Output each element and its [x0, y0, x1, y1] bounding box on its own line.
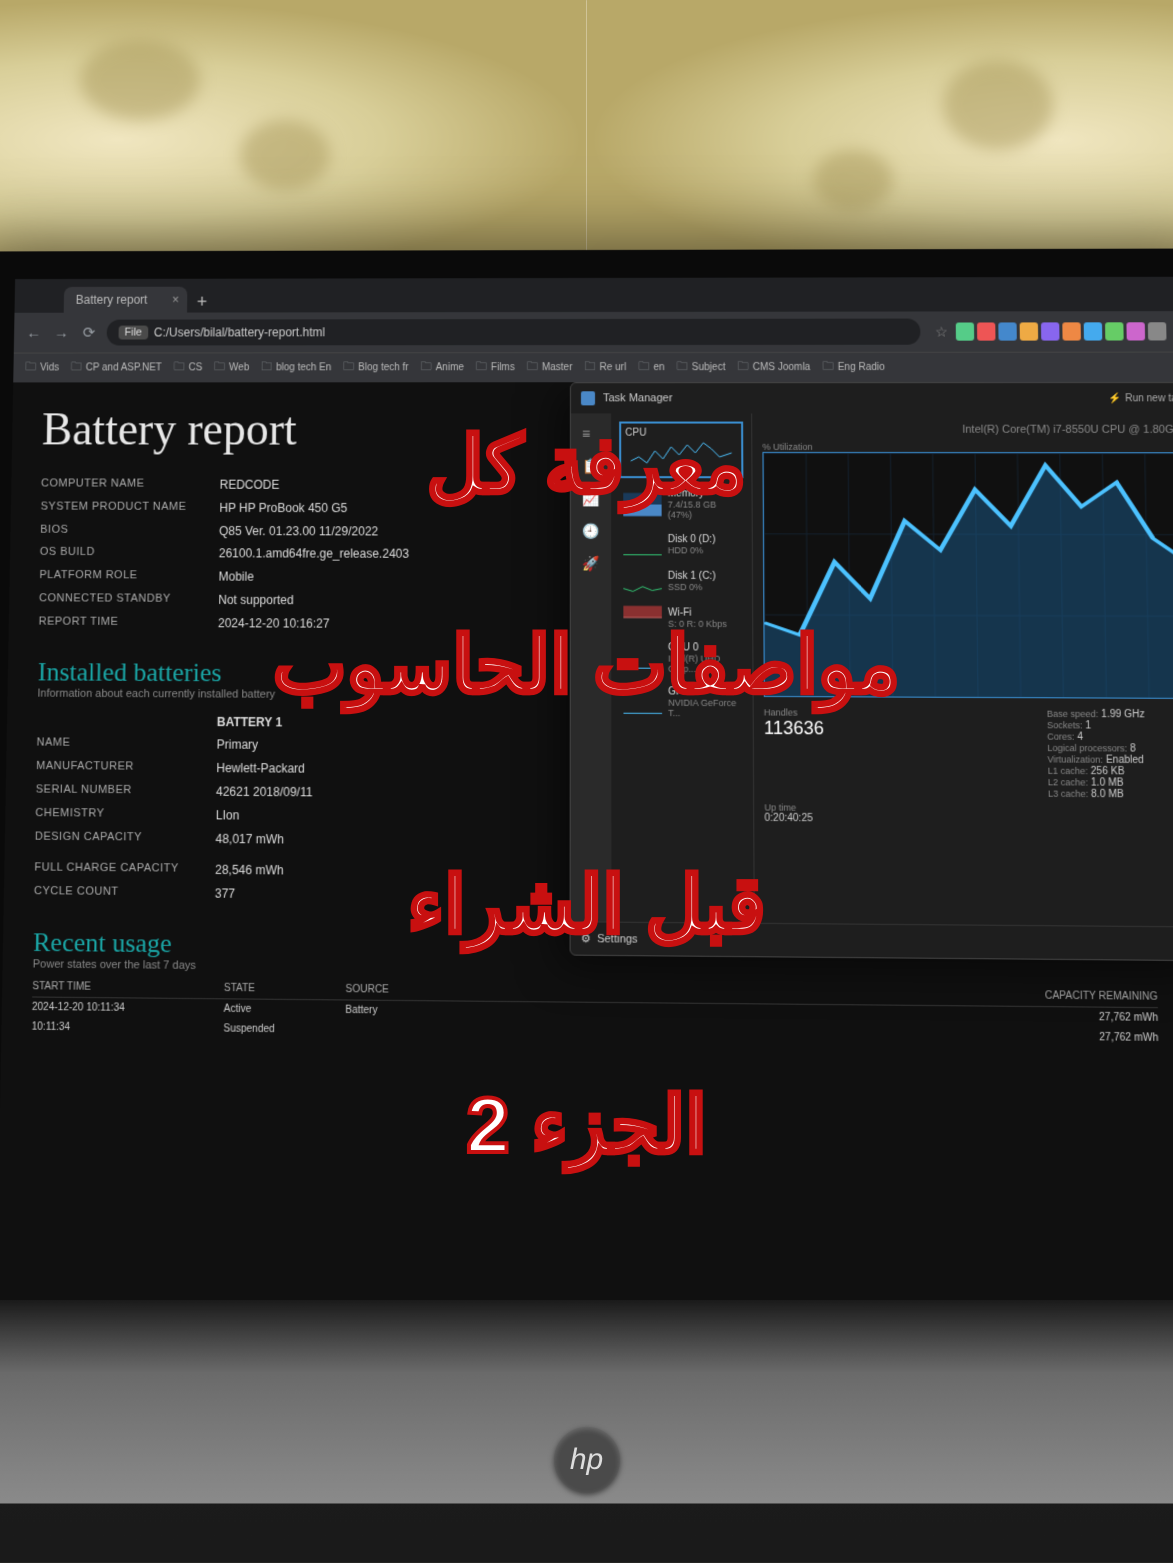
- bookmark-folder[interactable]: 🗀CS: [174, 358, 203, 377]
- task-manager-title: Task Manager: [603, 392, 673, 404]
- browser-tab[interactable]: Battery report ×: [64, 287, 187, 313]
- extension-icon[interactable]: [977, 322, 995, 340]
- bookmark-folder[interactable]: 🗀Vids: [25, 358, 59, 377]
- folder-icon: 🗀: [71, 358, 82, 377]
- extension-icon[interactable]: [1148, 322, 1167, 340]
- folder-icon: 🗀: [174, 358, 185, 377]
- new-tab-button[interactable]: +: [187, 292, 217, 313]
- bookmark-folder[interactable]: 🗀Subject: [677, 358, 726, 377]
- cpu-stats-grid: Handles113636 Base speed: 1.99 GHz Socke…: [764, 707, 1173, 827]
- run-new-task-button[interactable]: ⚡ Run new task: [1108, 393, 1173, 404]
- run-icon: ⚡: [1108, 393, 1121, 404]
- bookmark-folder[interactable]: 🗀Master: [527, 358, 573, 377]
- extension-icon[interactable]: [1020, 322, 1039, 340]
- caption-line-2: مواصفات الحاسوب: [273, 620, 900, 711]
- folder-icon: 🗀: [584, 358, 595, 377]
- bookmark-folder[interactable]: 🗀Re url: [584, 358, 626, 377]
- bookmark-folder[interactable]: 🗀Eng Radio: [822, 358, 885, 377]
- folder-icon: 🗀: [421, 358, 432, 377]
- util-label: % Utilization: [762, 442, 1173, 452]
- bookmark-folder[interactable]: 🗀CP and ASP.NET: [71, 358, 162, 377]
- perf-card-disk0[interactable]: Disk 0 (D:)HDD 0%: [619, 528, 744, 561]
- caption-line-4: الجزء 2: [466, 1080, 707, 1171]
- file-chip: File: [118, 326, 148, 340]
- folder-icon: 🗀: [527, 358, 538, 377]
- extension-icon[interactable]: [1105, 322, 1124, 340]
- startup-icon[interactable]: 🚀: [582, 555, 600, 573]
- background-pillows: [0, 0, 1173, 280]
- extensions-row: [956, 322, 1167, 340]
- laptop-frame: Battery report × + ← → ⟳ File C:/Users/b…: [0, 248, 1173, 1375]
- hp-logo: hp: [554, 1427, 620, 1493]
- bookmark-star-icon[interactable]: ☆: [935, 323, 948, 340]
- caption-line-1: معرفة كل: [427, 420, 746, 511]
- cpu-model-name: Intel(R) Core(TM) i7-8550U CPU @ 1.80GHz: [762, 424, 1173, 436]
- task-manager-titlebar[interactable]: Task Manager ⚡ Run new task: [571, 383, 1173, 414]
- tab-title: Battery report: [76, 293, 148, 307]
- url-text: C:/Users/bilal/battery-report.html: [154, 325, 325, 339]
- caption-line-3: قبل الشراء: [408, 860, 766, 951]
- folder-icon: 🗀: [343, 358, 354, 377]
- bookmark-folder[interactable]: 🗀CMS Joomla: [737, 358, 810, 377]
- bookmark-folder[interactable]: 🗀Anime: [421, 358, 464, 377]
- extension-icon[interactable]: [1062, 322, 1081, 340]
- bookmark-folder[interactable]: 🗀blog tech En: [261, 358, 331, 377]
- folder-icon: 🗀: [476, 358, 487, 377]
- bookmark-folder[interactable]: 🗀en: [638, 358, 664, 377]
- folder-icon: 🗀: [677, 358, 688, 377]
- bookmark-folder[interactable]: 🗀Films: [476, 358, 515, 377]
- back-button[interactable]: ←: [24, 323, 44, 343]
- extension-icon[interactable]: [998, 322, 1017, 340]
- task-manager-icon: [581, 391, 595, 405]
- battery-report-page: Battery report COMPUTER NAMEREDCODE SYST…: [0, 382, 1173, 1332]
- folder-icon: 🗀: [261, 358, 272, 377]
- forward-button[interactable]: →: [51, 323, 71, 343]
- folder-icon: 🗀: [822, 358, 833, 377]
- bookmark-folder[interactable]: 🗀Blog tech fr: [343, 358, 408, 377]
- perf-card-disk1[interactable]: Disk 1 (C:)SSD 0%: [619, 564, 744, 597]
- extension-icon[interactable]: [1084, 322, 1103, 340]
- extension-icon[interactable]: [1126, 322, 1145, 340]
- url-bar: ← → ⟳ File C:/Users/bilal/battery-report…: [14, 311, 1173, 352]
- app-history-icon[interactable]: 🕘: [582, 523, 600, 541]
- reload-button[interactable]: ⟳: [79, 323, 99, 343]
- extension-icon[interactable]: [1041, 322, 1060, 340]
- folder-icon: 🗀: [214, 358, 225, 377]
- extension-icon[interactable]: [956, 322, 974, 340]
- bookmark-folder[interactable]: 🗀Web: [214, 358, 249, 377]
- close-icon[interactable]: ×: [172, 293, 179, 307]
- folder-icon: 🗀: [737, 358, 748, 377]
- bookmarks-bar: 🗀Vids 🗀CP and ASP.NET 🗀CS 🗀Web 🗀blog tec…: [13, 352, 1173, 383]
- tab-strip: Battery report × +: [15, 277, 1173, 313]
- address-bar[interactable]: File C:/Users/bilal/battery-report.html: [107, 319, 921, 346]
- folder-icon: 🗀: [638, 358, 649, 377]
- folder-icon: 🗀: [25, 359, 36, 378]
